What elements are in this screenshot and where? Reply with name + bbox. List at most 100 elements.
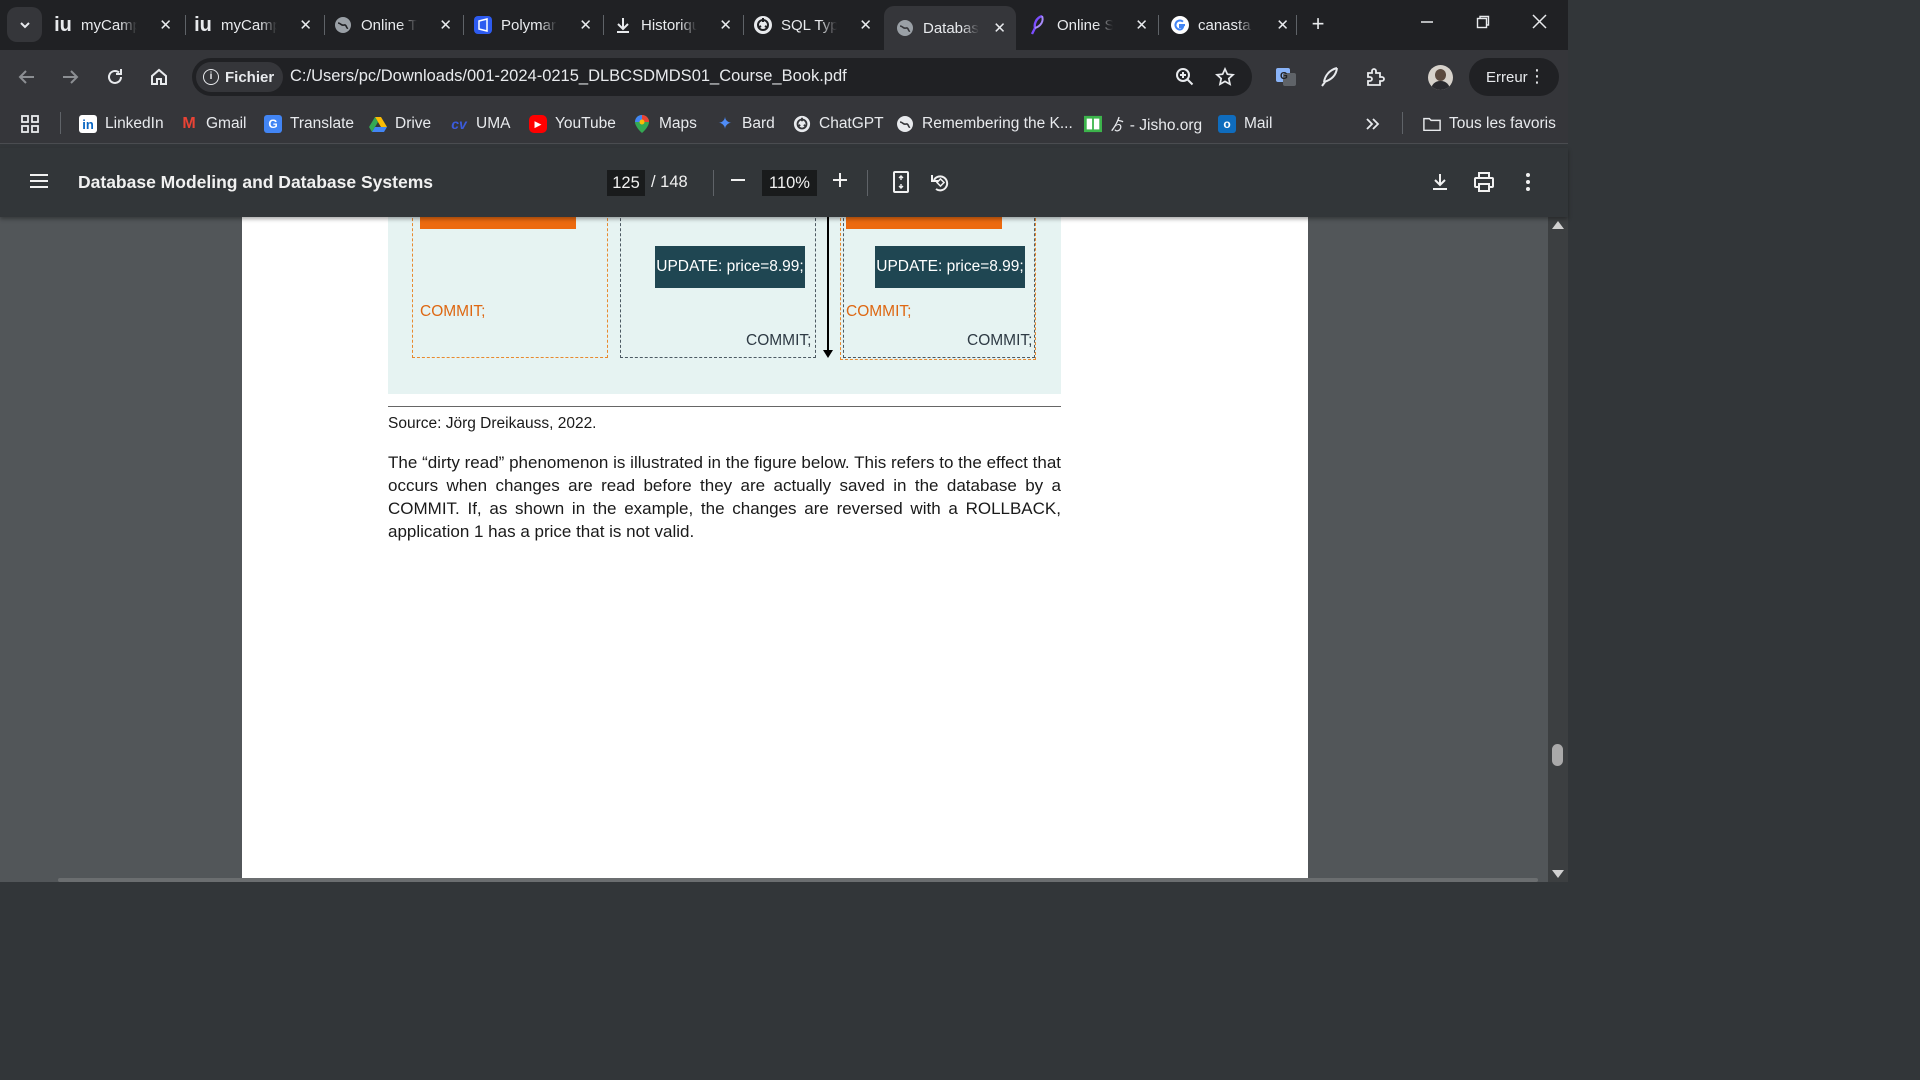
tab-database-active[interactable]: Database ✕ bbox=[884, 6, 1016, 50]
tab-title: Database bbox=[923, 19, 979, 37]
bookmark-label: Translate bbox=[290, 115, 355, 132]
commit-label: COMMIT; bbox=[420, 303, 486, 320]
tab-divider bbox=[324, 15, 325, 35]
close-icon[interactable]: ✕ bbox=[159, 16, 172, 34]
tab-polymarket[interactable]: Polymarket ✕ bbox=[472, 6, 602, 44]
tab-title: myCampus bbox=[81, 16, 137, 34]
zoom-out-button[interactable] bbox=[724, 168, 752, 196]
zoom-in-button[interactable] bbox=[826, 168, 854, 196]
bookmark-uma[interactable]: cv UMA bbox=[450, 112, 510, 136]
tab-divider bbox=[603, 15, 604, 35]
close-icon[interactable]: ✕ bbox=[1276, 16, 1289, 34]
tab-search-button[interactable] bbox=[7, 7, 42, 42]
scroll-up-icon[interactable] bbox=[1552, 221, 1564, 229]
profile-error-button[interactable]: Erreur ⋮ bbox=[1469, 58, 1559, 96]
reload-button[interactable] bbox=[99, 61, 131, 93]
bookmark-linkedin[interactable]: in LinkedIn bbox=[79, 112, 164, 136]
pdf-document-title: Database Modeling and Database Systems bbox=[78, 172, 433, 192]
svg-text:G: G bbox=[1280, 71, 1288, 82]
close-icon[interactable]: ✕ bbox=[719, 16, 732, 34]
bookmark-remembering-the-kanji[interactable]: Remembering the K... bbox=[896, 112, 1073, 136]
zoom-level-input[interactable]: 110% bbox=[762, 170, 817, 196]
chevron-down-icon bbox=[19, 21, 30, 28]
back-button[interactable] bbox=[11, 61, 43, 93]
bookmark-mail[interactable]: o Mail bbox=[1218, 112, 1272, 136]
tab-historique[interactable]: Historique ✕ bbox=[612, 6, 742, 44]
url-text[interactable]: C:/Users/pc/Downloads/001-2024-0215_DLBC… bbox=[290, 67, 847, 86]
home-button[interactable] bbox=[143, 61, 175, 93]
bookmark-jisho[interactable]: ゟ - Jisho.org bbox=[1084, 112, 1202, 136]
bookmark-star-icon[interactable] bbox=[1214, 66, 1236, 88]
bookmark-label: UMA bbox=[476, 115, 511, 132]
close-icon[interactable]: ✕ bbox=[1135, 16, 1148, 34]
gmail-icon: M bbox=[182, 115, 196, 132]
forward-button[interactable] bbox=[54, 61, 86, 93]
figure-source: Source: Jörg Dreikauss, 2022. bbox=[388, 415, 597, 432]
bookmark-bard[interactable]: ✦ Bard bbox=[716, 112, 775, 136]
print-button[interactable] bbox=[1471, 169, 1497, 195]
close-icon[interactable]: ✕ bbox=[299, 16, 312, 34]
vertical-scrollbar[interactable] bbox=[1548, 217, 1568, 882]
zoom-icon[interactable] bbox=[1174, 66, 1196, 88]
timeline-arrow bbox=[827, 217, 829, 350]
download-button[interactable] bbox=[1427, 169, 1453, 195]
bookmark-label: Bard bbox=[742, 115, 775, 132]
close-window-button[interactable] bbox=[1524, 10, 1554, 40]
bookmark-translate[interactable]: G Translate bbox=[264, 112, 354, 136]
uma-icon: cv bbox=[451, 116, 467, 132]
tab-mycampus-2[interactable]: iu myCampus ✕ bbox=[192, 6, 322, 44]
bookmarks-overflow-button[interactable] bbox=[1364, 112, 1380, 136]
all-bookmarks-button[interactable]: Tous les favoris bbox=[1423, 112, 1556, 136]
tab-title: Polymarket bbox=[501, 16, 557, 34]
iu-logo-icon: iu bbox=[194, 13, 212, 36]
site-info-label: Fichier bbox=[225, 68, 275, 86]
rotate-button[interactable] bbox=[927, 169, 953, 195]
pdf-more-options-button[interactable] bbox=[1515, 169, 1541, 195]
bookmark-maps[interactable]: Maps bbox=[633, 112, 697, 136]
tab-canasta[interactable]: canasta ✕ bbox=[1169, 6, 1299, 44]
close-icon[interactable]: ✕ bbox=[439, 16, 452, 34]
scroll-down-icon[interactable] bbox=[1552, 870, 1564, 878]
bookmark-drive[interactable]: Drive bbox=[369, 112, 431, 136]
close-icon[interactable]: ✕ bbox=[859, 16, 872, 34]
page-number-input[interactable]: 125 bbox=[607, 170, 645, 196]
site-info-chip[interactable]: i Fichier bbox=[196, 62, 284, 92]
tab-sql-types[interactable]: SQL Types ✕ bbox=[752, 6, 882, 44]
google-translate-icon[interactable]: G bbox=[1273, 64, 1299, 90]
download-icon bbox=[612, 14, 634, 36]
pdf-viewer[interactable]: COMMIT; UPDATE: price=8.99; COMMIT; UPDA… bbox=[0, 217, 1568, 882]
scrollbar-thumb[interactable] bbox=[1552, 744, 1563, 766]
pdf-toolbar-divider bbox=[713, 170, 714, 196]
apps-button[interactable] bbox=[20, 112, 40, 136]
close-icon[interactable]: ✕ bbox=[993, 19, 1006, 37]
orange-step-bar bbox=[420, 217, 576, 229]
minimize-button[interactable] bbox=[1412, 10, 1442, 40]
bookmark-youtube[interactable]: ▶ YouTube bbox=[529, 112, 616, 136]
tab-online-sql[interactable]: Online SQL ✕ bbox=[1028, 6, 1158, 44]
jisho-icon bbox=[1084, 115, 1102, 133]
tab-strip: iu myCampus ✕ iu myCampus ✕ Online Tools… bbox=[0, 0, 1568, 50]
address-bar[interactable]: i Fichier C:/Users/pc/Downloads/001-2024… bbox=[192, 58, 1252, 96]
browser-toolbar: i Fichier C:/Users/pc/Downloads/001-2024… bbox=[0, 50, 1568, 104]
tab-mycampus-1[interactable]: iu myCampus ✕ bbox=[52, 6, 182, 44]
extensions-puzzle-icon[interactable] bbox=[1362, 64, 1388, 90]
info-icon: i bbox=[203, 69, 219, 85]
bookmark-label: Gmail bbox=[206, 115, 247, 132]
chatgpt-icon bbox=[793, 115, 811, 133]
profile-avatar[interactable] bbox=[1428, 65, 1453, 90]
bookmark-chatgpt[interactable]: ChatGPT bbox=[793, 112, 884, 136]
maps-icon bbox=[633, 115, 651, 133]
bookmark-label: Mail bbox=[1244, 115, 1273, 132]
commit-label: COMMIT; bbox=[967, 332, 1033, 349]
pdf-menu-button[interactable] bbox=[28, 172, 50, 192]
tab-online-tools[interactable]: Online Tools ✕ bbox=[332, 6, 462, 44]
restore-button[interactable] bbox=[1468, 10, 1498, 40]
extension-feather-icon[interactable] bbox=[1317, 64, 1343, 90]
page-total: / 148 bbox=[651, 173, 688, 191]
close-icon[interactable]: ✕ bbox=[579, 16, 592, 34]
bookmarks-divider bbox=[60, 112, 61, 134]
fit-page-button[interactable] bbox=[888, 169, 914, 195]
bookmark-gmail[interactable]: M Gmail bbox=[180, 112, 246, 136]
horizontal-scrollbar[interactable] bbox=[58, 878, 1538, 882]
new-tab-button[interactable]: + bbox=[1305, 12, 1331, 38]
